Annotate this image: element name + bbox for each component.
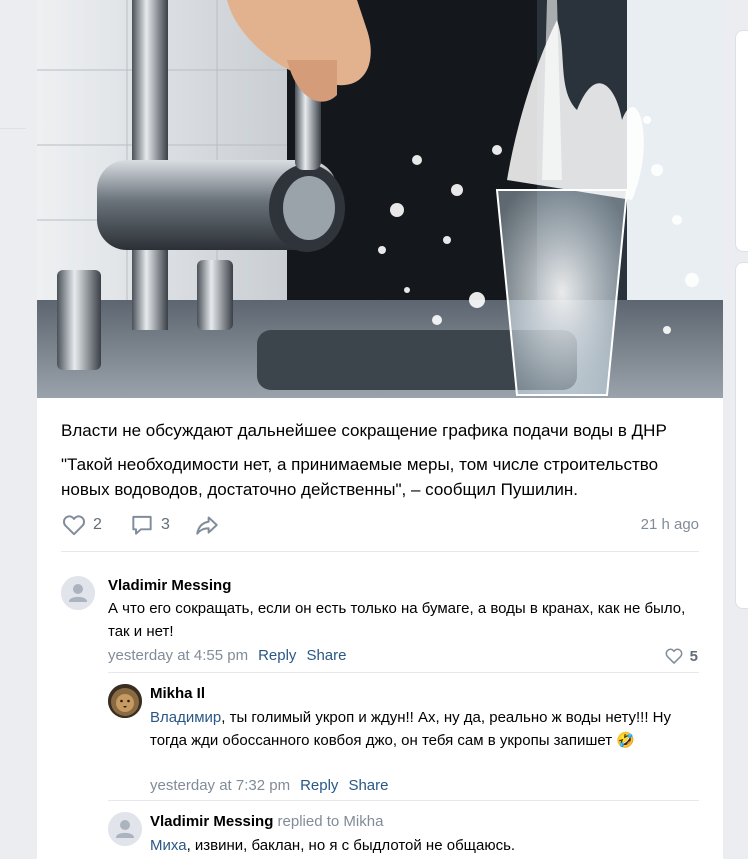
likes-count: 2 (93, 516, 102, 533)
post-card: Власти не обсуждают дальнейшее сокращени… (37, 0, 723, 859)
left-page-strip (0, 0, 26, 859)
post-photo[interactable] (37, 0, 723, 398)
comment-time[interactable]: yesterday at 4:55 pm (108, 647, 248, 664)
comments-count: 3 (161, 516, 170, 533)
heart-icon (62, 515, 86, 536)
comment-time[interactable]: yesterday at 7:32 pm (150, 777, 290, 794)
post-quote: "Такой необходимости нет, а принимаемые … (61, 455, 659, 499)
avatar[interactable] (108, 812, 142, 846)
reply-button[interactable]: Reply (300, 777, 338, 794)
reply-comment: Mikha Il Владимир, ты голимый укроп и жд… (108, 684, 701, 796)
share-arrow-icon (196, 516, 218, 535)
comment-meta: yesterday at 4:55 pm Reply Share (108, 647, 346, 664)
comment-like-button[interactable]: 5 (664, 646, 698, 666)
lion-avatar-image (108, 684, 142, 718)
mention-link[interactable]: Владимир (150, 709, 221, 726)
post-actions: 2 3 21 h ago (61, 510, 699, 540)
divider (108, 800, 699, 801)
tap-water-photo (37, 0, 723, 398)
default-user-icon (108, 812, 142, 846)
comment-meta: yesterday at 7:32 pm Reply Share (150, 777, 388, 794)
default-user-icon (61, 576, 95, 610)
comment: Vladimir Messing А что его сокращать, ес… (61, 576, 701, 666)
reply-comment: Vladimir Messing replied to Mikha Миха, … (108, 812, 701, 859)
comment-body: , ты голимый укроп и ждун!! Ах, ну да, р… (150, 709, 671, 749)
right-side-card (735, 30, 748, 252)
comment-author[interactable]: Vladimir Messing (150, 813, 273, 830)
right-side-card (735, 262, 748, 609)
replied-to-label[interactable]: replied to Mikha (278, 813, 384, 830)
share-button[interactable] (193, 510, 221, 540)
comment-button[interactable]: 3 (129, 510, 170, 540)
reply-button[interactable]: Reply (258, 647, 296, 664)
heart-icon (665, 648, 683, 664)
comment-icon (132, 515, 152, 535)
comment-text: А что его сокращать, если он есть только… (108, 600, 686, 640)
left-divider (0, 128, 26, 129)
avatar[interactable] (61, 576, 95, 610)
divider (108, 672, 699, 673)
comment-author-line: Vladimir Messing replied to Mikha (150, 813, 383, 830)
share-link[interactable]: Share (306, 647, 346, 664)
post-headline: Власти не обсуждают дальнейшее сокращени… (61, 421, 667, 440)
comment-text: Владимир, ты голимый укроп и ждун!! Ах, … (150, 706, 700, 752)
rofl-emoji-icon: 🤣 (616, 732, 636, 749)
share-link[interactable]: Share (348, 777, 388, 794)
mention-link[interactable]: Миха (150, 837, 187, 854)
comment-body: , извини, баклан, но я с быдлотой не общ… (186, 837, 516, 854)
avatar[interactable] (108, 684, 142, 718)
comment-text: Миха, извини, баклан, но я с быдлотой не… (150, 834, 700, 857)
post-timestamp[interactable]: 21 h ago (641, 516, 699, 533)
right-page-strip (724, 0, 748, 859)
divider (61, 551, 699, 552)
comment-likes-count: 5 (689, 647, 698, 665)
like-button[interactable]: 2 (61, 510, 102, 540)
comment-author[interactable]: Vladimir Messing (108, 577, 231, 594)
comment-author[interactable]: Mikha Il (150, 685, 205, 702)
